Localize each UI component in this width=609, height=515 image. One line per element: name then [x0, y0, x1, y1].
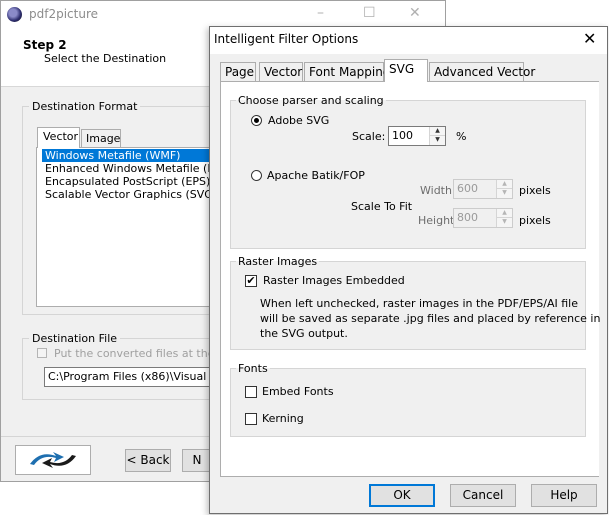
format-list[interactable]: Windows Metafile (WMF) Enhanced Windows …: [42, 149, 212, 299]
height-stepper[interactable]: 800 ▲ ▼: [453, 208, 513, 228]
spin-up-icon[interactable]: ▲: [497, 209, 512, 218]
dialog-title: Intelligent Filter Options: [214, 32, 359, 46]
app-icon: [7, 7, 22, 22]
adobe-svg-radio[interactable]: [251, 115, 262, 126]
scale-spin-buttons: ▲ ▼: [429, 127, 445, 145]
minimize-icon[interactable]: –: [317, 5, 324, 21]
dialog-title-bar: Intelligent Filter Options ✕: [210, 27, 607, 54]
close-icon[interactable]: ✕: [583, 29, 596, 48]
adobe-svg-label: Adobe SVG: [268, 114, 330, 127]
fonts-group: Fonts: [230, 362, 586, 437]
scale-unit: %: [456, 130, 467, 143]
tab-font-mappings[interactable]: Font Mappings: [304, 62, 397, 81]
step-subtitle: Select the Destination: [44, 52, 167, 65]
apache-batik-label: Apache Batik/FOP: [267, 169, 365, 182]
apache-batik-radio[interactable]: [251, 170, 262, 181]
kerning-checkbox[interactable]: [245, 413, 257, 425]
width-stepper[interactable]: 600 ▲ ▼: [453, 179, 513, 199]
spin-up-icon[interactable]: ▲: [497, 180, 512, 189]
back-button[interactable]: < Back: [125, 449, 171, 472]
list-item[interactable]: Windows Metafile (WMF): [42, 149, 212, 162]
scale-to-fit-label: Scale To Fit: [351, 200, 413, 213]
raster-images-legend: Raster Images: [238, 255, 318, 268]
spin-up-icon[interactable]: ▲: [430, 127, 445, 136]
tab-vector[interactable]: Vector: [37, 127, 80, 148]
list-item[interactable]: Enhanced Windows Metafile (EMF: [42, 162, 212, 175]
raster-embedded-label: Raster Images Embedded: [263, 274, 405, 287]
destination-file-legend: Destination File: [32, 332, 118, 345]
height-unit: pixels: [519, 214, 551, 227]
raster-description: When left unchecked, raster images in th…: [260, 296, 600, 341]
spin-down-icon[interactable]: ▼: [430, 136, 445, 145]
destination-path-input[interactable]: C:\Program Files (x86)\Visual Integ: [44, 367, 212, 387]
tab-advanced-vector[interactable]: Advanced Vector: [429, 62, 535, 81]
step-title: Step 2: [23, 38, 67, 52]
tab-vector[interactable]: Vector: [259, 62, 303, 81]
next-button[interactable]: N: [182, 449, 212, 472]
intelligent-filter-options-dialog: Intelligent Filter Options ✕ Page Vector…: [209, 26, 608, 514]
scale-label: Scale:: [352, 130, 386, 143]
tab-image[interactable]: Image: [81, 129, 121, 148]
parser-scaling-legend: Choose parser and scaling: [238, 94, 384, 107]
raster-description-line: will be saved as separate .jpg files and…: [260, 312, 601, 325]
ok-button[interactable]: OK: [369, 484, 435, 507]
width-unit: pixels: [519, 184, 551, 197]
tab-page[interactable]: Page: [220, 62, 256, 81]
wizard-title: pdf2picture: [29, 7, 99, 21]
cancel-button[interactable]: Cancel: [450, 484, 516, 507]
close-icon[interactable]: ✕: [409, 5, 421, 21]
spin-down-icon[interactable]: ▼: [497, 218, 512, 227]
destination-file-group: Destination File: [22, 332, 220, 400]
width-value: 600: [457, 182, 478, 195]
spin-down-icon[interactable]: ▼: [497, 189, 512, 198]
height-value: 800: [457, 211, 478, 224]
checkmark-icon: ✔: [246, 274, 256, 287]
width-spin-buttons: ▲ ▼: [496, 180, 512, 198]
width-label: Width:: [420, 184, 456, 197]
raster-description-line: the SVG output.: [260, 327, 348, 340]
kerning-label: Kerning: [262, 412, 304, 425]
maximize-icon[interactable]: ☐: [363, 5, 376, 21]
raster-description-line: When left unchecked, raster images in th…: [260, 297, 578, 310]
list-item[interactable]: Encapsulated PostScript (EPS): [42, 175, 212, 188]
fonts-legend: Fonts: [238, 362, 268, 375]
tab-svg[interactable]: SVG: [384, 59, 428, 82]
help-button[interactable]: Help: [531, 484, 597, 507]
logo-arrows-icon: [30, 452, 76, 468]
embed-fonts-label: Embed Fonts: [262, 385, 334, 398]
embed-fonts-checkbox[interactable]: [245, 386, 257, 398]
raster-embedded-checkbox[interactable]: ✔: [245, 275, 257, 287]
scale-value: 100: [392, 129, 413, 142]
destination-format-legend: Destination Format: [32, 100, 138, 113]
same-folder-checkbox[interactable]: [37, 348, 47, 358]
panel-scrollbar[interactable]: [599, 81, 607, 477]
list-item[interactable]: Scalable Vector Graphics (SVG): [42, 188, 212, 201]
logo: [15, 445, 91, 475]
scale-stepper[interactable]: 100 ▲ ▼: [388, 126, 446, 146]
height-spin-buttons: ▲ ▼: [496, 209, 512, 227]
